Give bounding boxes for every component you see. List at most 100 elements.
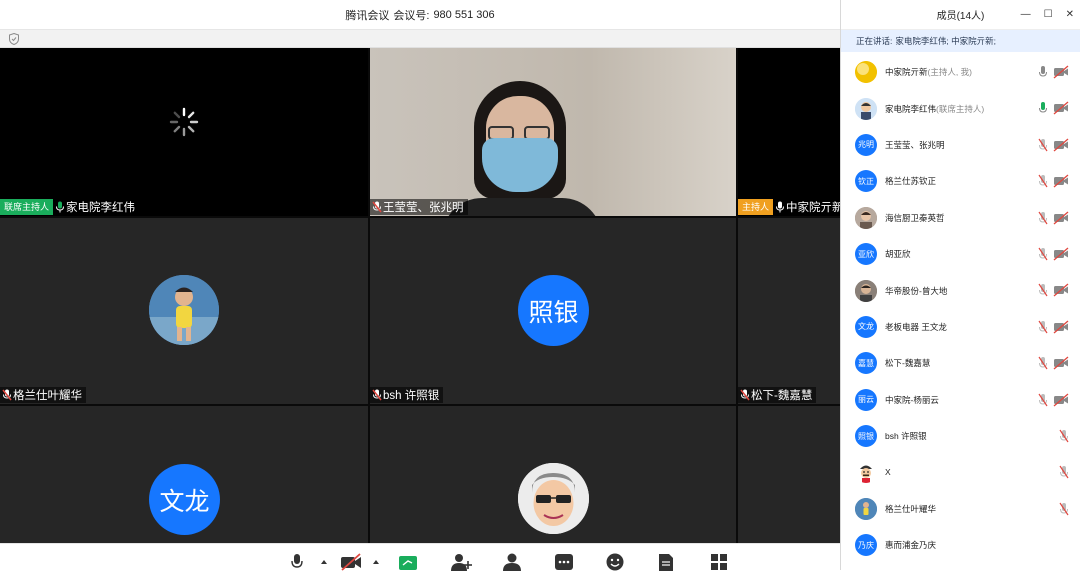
share-screen-icon[interactable] — [398, 555, 418, 571]
members-panel-title: 成员(14人) — [936, 11, 985, 22]
reaction-icon[interactable] — [606, 553, 624, 571]
mic-muted-icon[interactable] — [1059, 502, 1069, 516]
member-status-icons — [1059, 502, 1069, 516]
child-photo-icon — [855, 497, 877, 520]
video-off-icon[interactable] — [340, 553, 362, 571]
participant-name-tag: 主持人 中家院亓新 — [738, 199, 840, 215]
video-off-icon[interactable] — [1053, 393, 1069, 407]
video-tile-4[interactable]: 照银 bsh 许照银 — [370, 218, 736, 404]
video-tile-1[interactable]: 王莹莹、张兆明 — [370, 48, 736, 216]
member-name: 家电院李红伟(联席主持人) — [885, 103, 985, 114]
person-photo-icon — [855, 279, 877, 302]
participant-name: 格兰仕叶耀华 — [13, 390, 82, 402]
mic-on-icon — [776, 201, 785, 213]
video-off-icon[interactable] — [1053, 174, 1069, 188]
member-row[interactable]: 文龙 老板电器 王文龙 — [841, 309, 1080, 345]
member-text-avatar: 兆明 — [855, 133, 877, 156]
video-tile-3[interactable]: 格兰仕叶耀华 — [0, 218, 368, 404]
member-row[interactable]: 亚欣 胡亚欣 — [841, 236, 1080, 272]
video-tile-0[interactable]: 联席主持人 家电院李红伟 — [0, 48, 368, 216]
member-row[interactable]: X — [841, 454, 1080, 490]
invite-icon[interactable] — [450, 553, 472, 571]
video-off-icon[interactable] — [1053, 283, 1069, 297]
video-off-icon[interactable] — [1053, 65, 1069, 79]
speaking-indicator: 正在讲话: 家电院李红伟; 中家院亓新; — [841, 30, 1080, 52]
member-name: 松下-魏嘉慧 — [885, 358, 931, 369]
apps-icon[interactable] — [710, 553, 728, 571]
video-off-icon[interactable] — [1053, 211, 1069, 225]
member-status-icons — [1038, 320, 1069, 334]
member-name: 格兰仕苏钦正 — [885, 176, 937, 187]
video-off-icon[interactable] — [1053, 101, 1069, 115]
member-row[interactable]: 华帝股份-曾大地 — [841, 272, 1080, 308]
member-text-avatar: 钦正 — [855, 170, 877, 193]
mic-muted-icon[interactable] — [1038, 247, 1048, 261]
mic-muted-icon[interactable] — [1038, 283, 1048, 297]
member-name: 海信厨卫秦英哲 — [885, 212, 945, 223]
video-tile-5[interactable]: 松下-魏嘉慧 — [738, 218, 840, 404]
close-icon[interactable]: ✕ — [1066, 10, 1074, 20]
member-row[interactable]: 家电院李红伟(联席主持人) — [841, 90, 1080, 126]
document-icon[interactable] — [658, 553, 674, 571]
participant-text-avatar: 文龙 — [149, 464, 220, 535]
loading-spinner-icon — [169, 107, 199, 137]
members-panel: 成员(14人) — ☐ ✕ 正在讲话: 家电院李红伟; 中家院亓新; 中家院亓新… — [840, 0, 1080, 570]
member-list: 中家院亓新(主持人, 我) 家电院李红伟(联席主持人) 兆明 王莹莹、张兆明 钦… — [841, 54, 1080, 563]
mic-muted-icon[interactable] — [1038, 393, 1048, 407]
participant-cartoon-avatar — [518, 463, 589, 534]
member-status-icons — [1038, 283, 1069, 297]
participant-photo-avatar — [149, 275, 219, 345]
members-icon[interactable] — [502, 553, 522, 571]
member-row[interactable]: 丽云 中家院-杨丽云 — [841, 382, 1080, 418]
mic-muted-icon[interactable] — [1059, 429, 1069, 443]
member-status-icons — [1038, 138, 1069, 152]
member-row[interactable]: 格兰仕叶耀华 — [841, 491, 1080, 527]
mic-muted-icon[interactable] — [1038, 356, 1048, 370]
member-row[interactable]: 照银 bsh 许照银 — [841, 418, 1080, 454]
member-avatar-cartoon — [855, 97, 877, 120]
video-grid: 联席主持人 家电院李红伟 王莹莹、张兆明 主持人 中家院亓新 格兰仕叶耀华 照银… — [0, 48, 840, 543]
member-row[interactable]: 钦正 格兰仕苏钦正 — [841, 163, 1080, 199]
video-off-icon[interactable] — [1053, 138, 1069, 152]
participant-name: 松下-魏嘉慧 — [751, 390, 813, 402]
mic-muted-icon[interactable] — [1038, 211, 1048, 225]
mic-muted-icon[interactable] — [1038, 174, 1048, 188]
maximize-icon[interactable]: ☐ — [1044, 10, 1053, 20]
mic-muted-icon[interactable] — [1038, 138, 1048, 152]
member-status-icons — [1038, 247, 1069, 261]
minimize-icon[interactable]: — — [1021, 10, 1031, 20]
participant-text-avatar: 照银 — [518, 275, 589, 346]
mic-muted-icon[interactable] — [1059, 465, 1069, 479]
mic-on-icon[interactable] — [1038, 65, 1048, 79]
member-name: 王莹莹、张兆明 — [885, 139, 945, 150]
participant-name-tag: 联席主持人 家电院李红伟 — [0, 199, 140, 215]
member-name: 中家院-杨丽云 — [885, 394, 939, 405]
video-tile-6[interactable]: 文龙 — [0, 406, 368, 543]
member-row[interactable]: 嘉慧 松下-魏嘉慧 — [841, 345, 1080, 381]
video-tile-8[interactable] — [738, 406, 840, 543]
video-off-icon[interactable] — [1053, 356, 1069, 370]
video-off-icon[interactable] — [1053, 247, 1069, 261]
microphone-icon[interactable] — [290, 553, 304, 571]
member-status-icons — [1038, 101, 1069, 115]
mic-active-icon[interactable] — [1038, 101, 1048, 115]
member-status-icons — [1059, 465, 1069, 479]
chat-icon[interactable] — [554, 553, 574, 571]
video-off-icon[interactable] — [1053, 320, 1069, 334]
mic-muted-icon[interactable] — [1038, 320, 1048, 334]
chevron-up-icon[interactable] — [372, 559, 380, 565]
member-row[interactable]: 乃庆 惠而浦金乃庆 — [841, 527, 1080, 563]
video-tile-7[interactable] — [370, 406, 736, 543]
member-status-icons — [1038, 65, 1069, 79]
moon-icon — [855, 61, 877, 84]
shield-icon[interactable] — [9, 33, 19, 45]
participant-name-tag: bsh 许照银 — [370, 387, 444, 403]
chevron-up-icon[interactable] — [320, 559, 328, 565]
video-tile-2[interactable]: 主持人 中家院亓新 — [738, 48, 840, 216]
member-row[interactable]: 中家院亓新(主持人, 我) — [841, 54, 1080, 90]
member-row[interactable]: 兆明 王莹莹、张兆明 — [841, 127, 1080, 163]
mic-muted-icon — [2, 389, 12, 401]
member-status-icons — [1038, 174, 1069, 188]
member-name: 惠而浦金乃庆 — [885, 540, 937, 551]
member-row[interactable]: 海信厨卫秦英哲 — [841, 200, 1080, 236]
